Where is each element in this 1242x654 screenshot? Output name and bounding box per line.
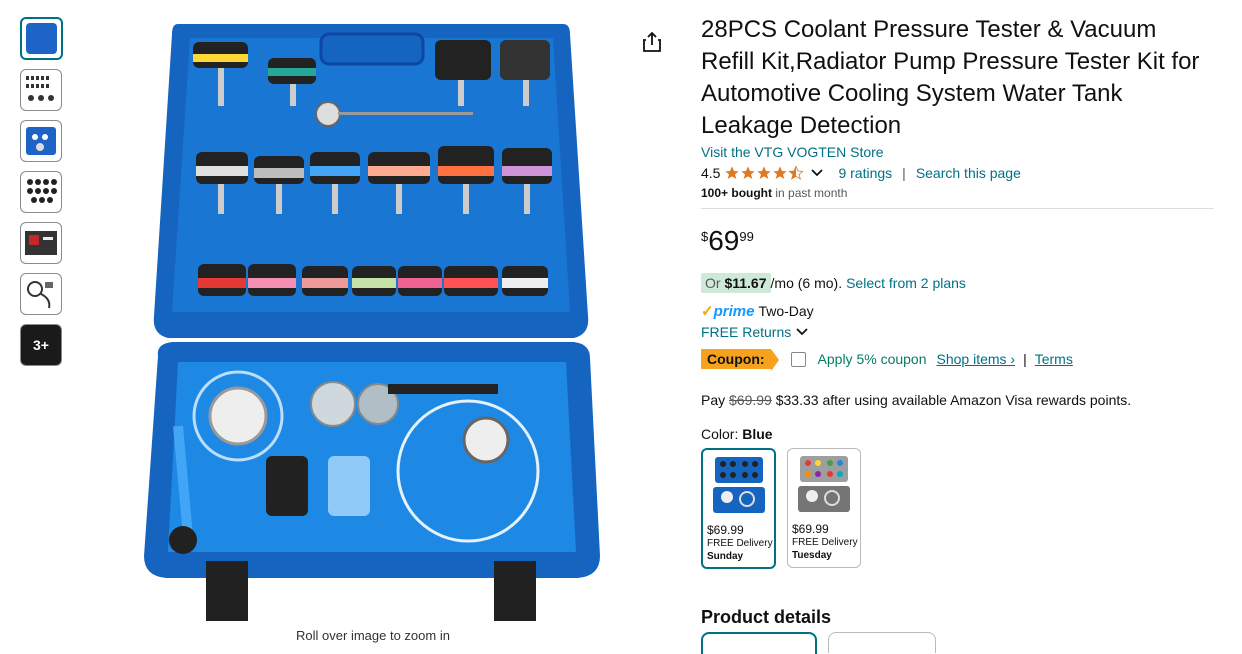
- store-link[interactable]: Visit the VTG VOGTEN Store: [701, 144, 1214, 160]
- visa-pay: Pay: [701, 392, 730, 408]
- visa-rewards: Pay $69.99 $33.33 after using available …: [701, 392, 1214, 408]
- monthly-payment: Or $11.67 /mo (6 mo). Select from 2 plan…: [701, 273, 1214, 293]
- prime-word: prime: [713, 303, 755, 320]
- thumbnail-3[interactable]: [20, 120, 62, 162]
- chevron-down-icon[interactable]: [810, 166, 824, 180]
- prime-delivery: ✓prime Two-Day: [701, 302, 1214, 320]
- visa-old-price: $69.99: [729, 392, 772, 408]
- swatch-blue-image: [713, 457, 765, 513]
- monthly-or: Or: [705, 275, 725, 291]
- coupon-badge: Coupon:: [701, 349, 779, 371]
- swatch-day: Tuesday: [792, 550, 832, 561]
- swatch-grey[interactable]: $69.99 FREE Delivery Tuesday: [787, 448, 861, 568]
- product-info: 28PCS Coolant Pressure Tester & Vacuum R…: [701, 14, 1214, 569]
- rating-stars[interactable]: [724, 165, 805, 181]
- thumbnail-1[interactable]: [20, 17, 63, 60]
- product-title: 28PCS Coolant Pressure Tester & Vacuum R…: [701, 16, 1200, 139]
- prime-logo: ✓prime: [701, 303, 755, 320]
- coupon-row: Coupon: Apply 5% coupon Shop items › | T…: [701, 348, 1214, 371]
- visa-text: $33.33 after using available Amazon Visa…: [771, 392, 1132, 408]
- product-details-heading: Product details: [701, 607, 832, 627]
- bought-period: in past month: [772, 186, 848, 200]
- separator: |: [902, 165, 906, 181]
- star-icon: [773, 166, 788, 179]
- product-details-tab-2[interactable]: [828, 632, 936, 653]
- monthly-pill: Or $11.67: [701, 273, 771, 293]
- thumbnail-4[interactable]: [20, 171, 62, 213]
- rating-value: 4.5: [701, 165, 721, 181]
- color-swatches: $69.99 FREE Delivery Sunday $69.99 FREE …: [701, 448, 1214, 569]
- color-label: Color: Blue: [701, 426, 1214, 442]
- swatch-price: $69.99: [792, 522, 829, 536]
- price-fraction: 99: [739, 229, 754, 244]
- shop-items-link[interactable]: Shop items ›: [937, 351, 1016, 367]
- color-label-text: Color:: [701, 426, 743, 442]
- swatch-price: $69.99: [707, 523, 744, 537]
- thumbnail-2[interactable]: [20, 69, 62, 111]
- thumbnail-6[interactable]: [20, 273, 62, 315]
- half-star-icon: [788, 165, 805, 180]
- apply-coupon-label[interactable]: Apply 5% coupon: [818, 351, 927, 367]
- swatch-delivery: FREE Delivery: [707, 538, 773, 549]
- swatch-grey-image: [798, 456, 850, 512]
- price-whole: 69: [708, 225, 740, 256]
- ratings-count-link[interactable]: 9 ratings: [838, 165, 892, 181]
- rating-row: 4.5 9 ratings | Search this page: [701, 163, 1214, 183]
- bought-info: 100+ bought in past month: [701, 186, 1214, 200]
- swatch-grey-info: $69.99 FREE Delivery Tuesday: [792, 523, 858, 562]
- swatch-blue[interactable]: $69.99 FREE Delivery Sunday: [701, 448, 776, 569]
- separator: |: [1023, 351, 1027, 367]
- divider: [701, 208, 1214, 209]
- monthly-amount: $11.67: [724, 275, 767, 291]
- color-selected: Blue: [742, 426, 773, 442]
- thumbnail-5[interactable]: [20, 222, 62, 264]
- terms-link[interactable]: Terms: [1035, 351, 1073, 367]
- chevron-down-icon[interactable]: [795, 325, 809, 339]
- price: $ 69 99: [701, 225, 1214, 261]
- select-plans-link[interactable]: Select from 2 plans: [846, 275, 966, 291]
- monthly-term: /mo (6 mo).: [770, 275, 843, 291]
- search-page-link[interactable]: Search this page: [916, 165, 1021, 181]
- thumbnail-list: 3+: [20, 17, 63, 375]
- star-icon: [757, 166, 772, 179]
- free-returns[interactable]: FREE Returns: [701, 324, 1214, 340]
- free-returns-label[interactable]: FREE Returns: [701, 324, 791, 340]
- star-icon: [741, 166, 756, 179]
- price-symbol: $: [701, 229, 709, 244]
- thumbnail-more[interactable]: 3+: [20, 324, 62, 366]
- star-icon: [725, 166, 740, 179]
- swatch-day: Sunday: [707, 551, 744, 562]
- share-icon[interactable]: [640, 30, 664, 54]
- bought-count: 100+ bought: [701, 186, 773, 200]
- coupon-checkbox[interactable]: [790, 351, 806, 367]
- swatch-blue-info: $69.99 FREE Delivery Sunday: [707, 524, 773, 563]
- product-details-tab-1[interactable]: [701, 632, 817, 654]
- two-day-label: Two-Day: [758, 303, 814, 319]
- main-product-image[interactable]: [138, 16, 608, 626]
- more-images-count: 3+: [33, 337, 49, 353]
- swatch-delivery: FREE Delivery: [792, 537, 858, 548]
